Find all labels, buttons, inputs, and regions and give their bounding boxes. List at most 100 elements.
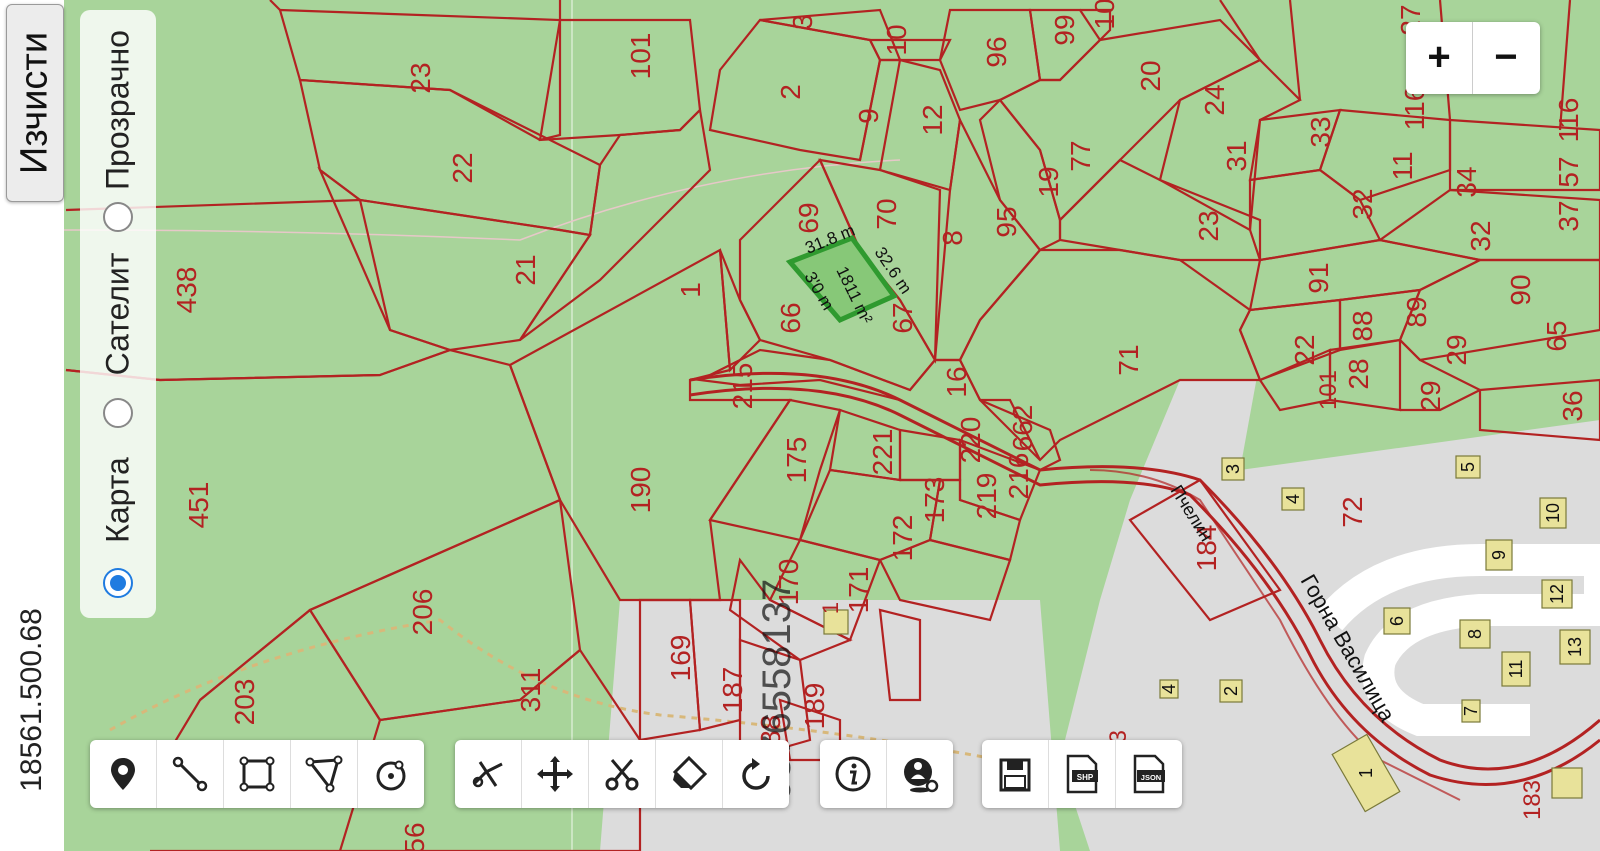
- parcel-label-2: 2: [775, 84, 806, 100]
- parcel-label-101: 101: [625, 33, 656, 80]
- export-shp-button[interactable]: SHP: [1049, 740, 1116, 808]
- clear-button[interactable]: Изчисти: [6, 4, 64, 202]
- parcel-label-67: 67: [887, 302, 918, 333]
- parcel-label-172: 172: [887, 515, 918, 562]
- parcel-label-72: 72: [1337, 496, 1368, 527]
- layer-selector-panel: Карта Сателит Прозрачно: [80, 10, 156, 618]
- layer-option-transparent[interactable]: Прозрачно: [80, 10, 156, 245]
- parcel-label-99: 99: [1049, 14, 1080, 45]
- zoom-in-button[interactable]: +: [1406, 22, 1473, 94]
- parcel-label-57: 57: [1553, 156, 1584, 187]
- parcel-label-215: 215: [727, 363, 758, 410]
- circle-tool-button[interactable]: [358, 740, 424, 808]
- parcel-label-1: 1: [675, 282, 706, 298]
- parcel-label-70: 70: [871, 198, 902, 229]
- move-icon: [537, 756, 573, 792]
- info-icon: [835, 756, 871, 792]
- info-toolbar: [820, 740, 953, 808]
- parcel-label-221: 221: [867, 429, 898, 476]
- parcel-label-220: 220: [955, 417, 986, 464]
- building-label-12: 12: [1547, 584, 1567, 604]
- circle-icon: [376, 760, 406, 791]
- polyline-tool-button[interactable]: [157, 740, 224, 808]
- building-label-5: 5: [1458, 462, 1478, 472]
- clear-button-label: Изчисти: [13, 31, 56, 175]
- rectangle-icon: [239, 756, 275, 792]
- parcel-label-10: 10: [881, 24, 912, 55]
- rectangle-tool-button[interactable]: [224, 740, 291, 808]
- parcel-label-88: 88: [1347, 310, 1378, 341]
- parcel-label-189: 189: [799, 683, 830, 730]
- parcel-label-21: 21: [510, 254, 541, 285]
- parcel-label-187: 187: [717, 667, 748, 714]
- scissors-icon: [605, 759, 639, 791]
- building-label-9: 9: [1489, 550, 1509, 560]
- shp-badge-label: SHP: [1077, 773, 1094, 782]
- eraser-tool-button[interactable]: [656, 740, 723, 808]
- parcel-label-23: 23: [405, 62, 436, 93]
- parcel-label-89: 89: [1401, 296, 1432, 327]
- layer-radio-satellite[interactable]: [103, 398, 133, 428]
- save-icon: [999, 758, 1031, 792]
- parcel-label-206: 206: [407, 589, 438, 636]
- parcel-label-69: 69: [793, 202, 824, 233]
- move-tool-button[interactable]: [522, 740, 589, 808]
- scissors-tool-button[interactable]: [589, 740, 656, 808]
- rotate-icon: [742, 758, 770, 790]
- polygon-tool-button[interactable]: [291, 740, 358, 808]
- parcel-label-19: 19: [1033, 166, 1064, 197]
- parcel-label-116b: 116: [1553, 98, 1584, 143]
- layer-label-map: Карта: [99, 457, 136, 543]
- export-toolbar: SHP JSON: [982, 740, 1182, 808]
- zoom-out-button[interactable]: −: [1473, 22, 1539, 94]
- eraser-icon: [672, 755, 708, 791]
- shp-file-icon: SHP: [1066, 754, 1098, 794]
- layer-label-satellite: Сателит: [99, 252, 136, 376]
- rotate-tool-button[interactable]: [723, 740, 789, 808]
- polyline-icon: [172, 756, 208, 792]
- parcel-label-12: 12: [917, 104, 948, 135]
- parcel-label-175: 175: [781, 437, 812, 484]
- parcel-label-11: 11: [1387, 151, 1418, 180]
- coordinates-readout: 18561.500.68: [15, 608, 48, 792]
- draw-cut-tool-button[interactable]: [455, 740, 522, 808]
- save-tool-button[interactable]: [982, 740, 1049, 808]
- building-corner: [1551, 767, 1583, 799]
- left-sidebar: Изчисти 18561.500.68: [0, 0, 64, 851]
- building-label-1: 1: [1356, 768, 1376, 778]
- building-label-3: 3: [1223, 464, 1243, 474]
- parcel-label-31: 31: [1221, 140, 1252, 171]
- parcel-label-662: 662: [1007, 405, 1038, 452]
- parcel-label-183: 183: [1519, 780, 1546, 820]
- building-label-6: 6: [1387, 616, 1407, 626]
- parcel-label-451: 451: [183, 482, 214, 529]
- info-tool-button[interactable]: [820, 740, 887, 808]
- layer-option-satellite[interactable]: Сателит: [80, 250, 156, 440]
- parcel-label-101b: 101: [1315, 370, 1342, 410]
- parcel-label-173: 173: [919, 477, 950, 524]
- export-json-button[interactable]: JSON: [1116, 740, 1182, 808]
- parcel-label-438: 438: [171, 267, 202, 314]
- marker-icon: [111, 758, 135, 790]
- layer-radio-map[interactable]: [103, 568, 133, 598]
- cadastral-map[interactable]: 23 22 21 438 451 206 203 311 101 190 1 5…: [0, 0, 1600, 851]
- parcel-label-77: 77: [1065, 140, 1096, 171]
- zoom-control: + −: [1406, 22, 1540, 94]
- parcel-label-100: 10: [1089, 0, 1120, 30]
- parcel-label-9: 9: [853, 108, 884, 124]
- layer-option-map[interactable]: Карта: [80, 450, 156, 600]
- parcel-label-34: 34: [1451, 166, 1482, 197]
- parcel-label-56: 56: [399, 822, 430, 851]
- building-label-4: 4: [1283, 494, 1303, 504]
- building-label-10: 10: [1543, 503, 1563, 523]
- parcel-label-33: 33: [1305, 116, 1336, 147]
- parcel-label-203: 203: [229, 679, 260, 726]
- marker-tool-button[interactable]: [90, 740, 157, 808]
- parcel-label-22b: 22: [1289, 334, 1320, 365]
- layer-radio-transparent[interactable]: [103, 202, 133, 232]
- building-label-4b: 4: [1159, 684, 1179, 694]
- parcel-label-91: 91: [1303, 262, 1334, 293]
- locate-person-tool-button[interactable]: [887, 740, 953, 808]
- parcel-label-24: 24: [1199, 84, 1230, 115]
- parcel-label-95: 95: [991, 206, 1022, 237]
